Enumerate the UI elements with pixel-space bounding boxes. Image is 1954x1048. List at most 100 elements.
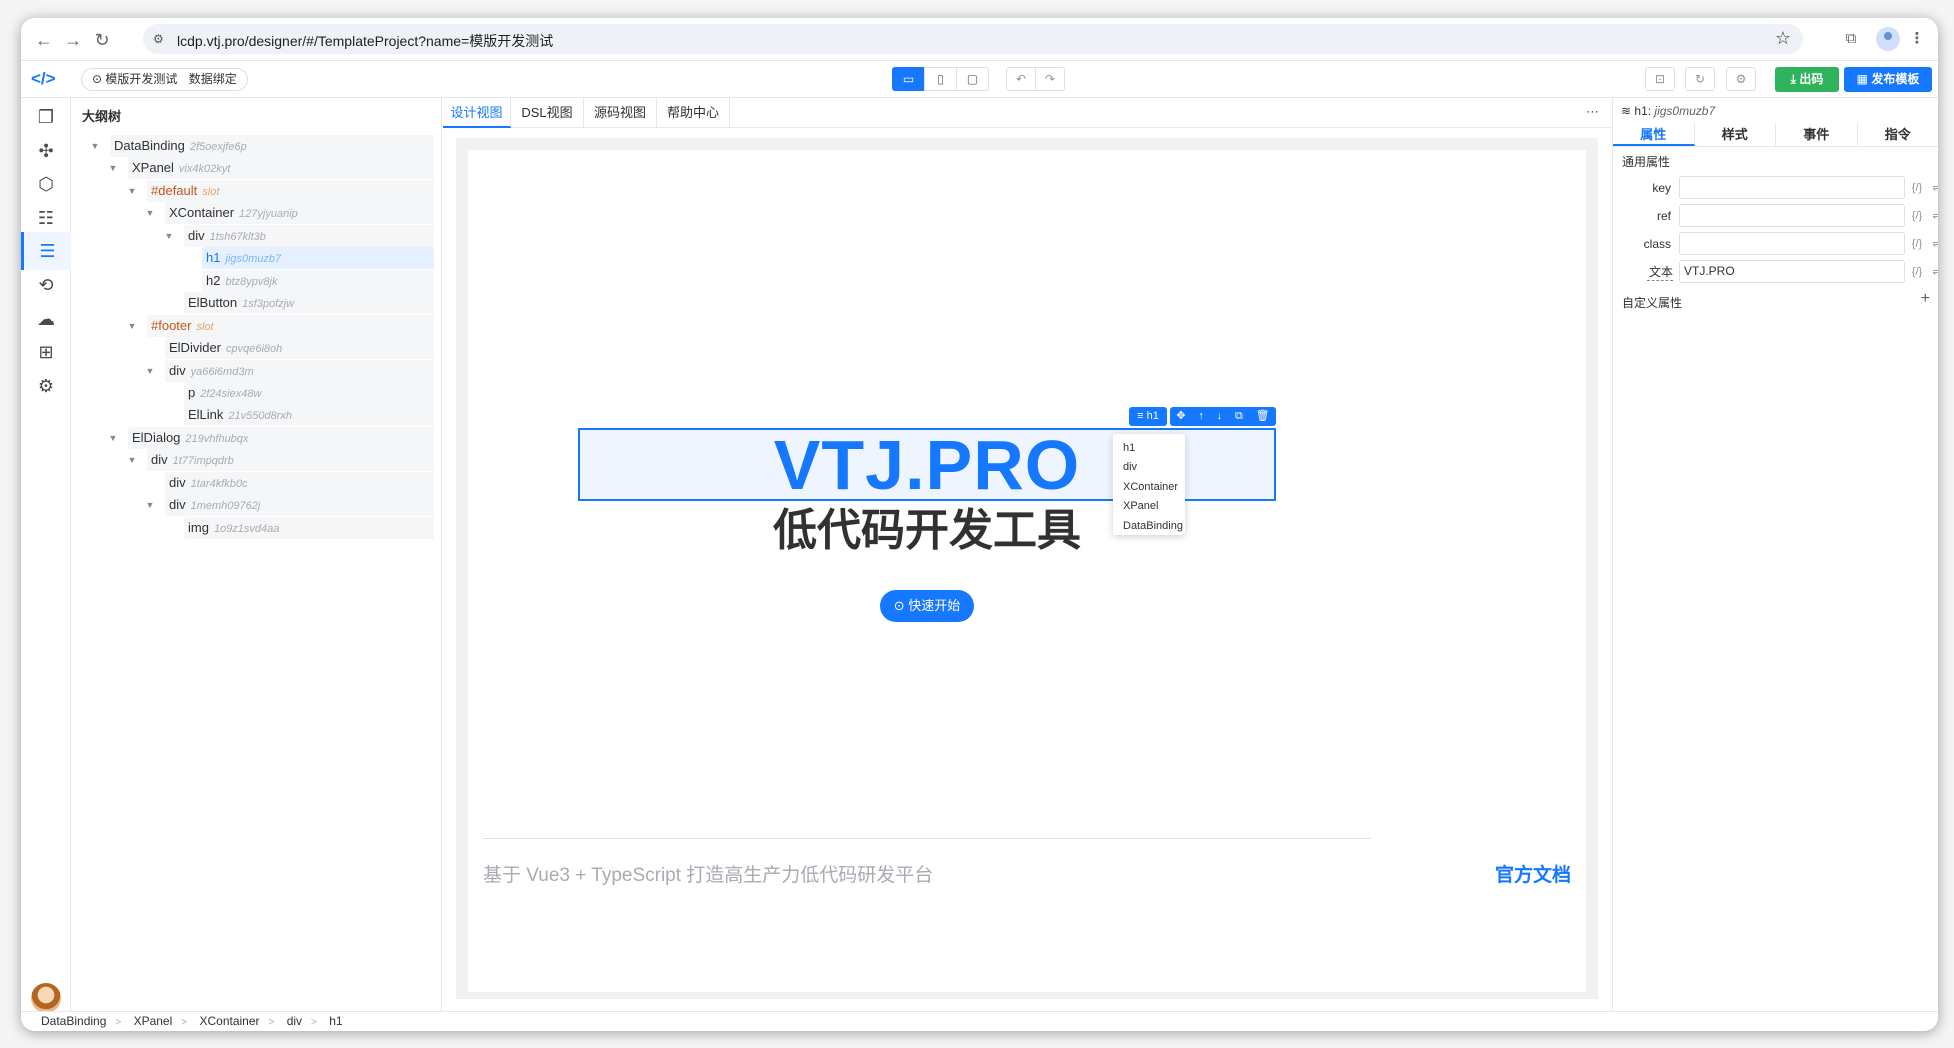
- tab-source-view[interactable]: 源码视图: [584, 98, 657, 128]
- tree-node[interactable]: div 1tar4kfkb0c: [165, 472, 434, 494]
- prop-input-key[interactable]: [1679, 176, 1905, 199]
- chevron-down-icon[interactable]: ▼: [125, 449, 139, 471]
- tree-node[interactable]: ▼ #footer slot: [128, 315, 434, 337]
- tree-node[interactable]: ElButton 1sf3pofzjw: [184, 292, 434, 314]
- tablet-view-icon[interactable]: ▢: [956, 67, 989, 91]
- panel-title: 大纲树: [82, 109, 122, 124]
- breadcrumb-item[interactable]: XPanel: [134, 1014, 173, 1028]
- prop-input-text[interactable]: VTJ.PRO: [1679, 260, 1905, 283]
- popup-item[interactable]: XPanel: [1113, 497, 1185, 516]
- prop-input-ref[interactable]: [1679, 204, 1905, 227]
- tab-attributes[interactable]: 属性: [1613, 123, 1695, 146]
- tree-node[interactable]: ▼ div ya66i6md3m: [146, 360, 434, 382]
- tree-node[interactable]: ▼ #default slot: [128, 180, 434, 202]
- chevron-down-icon[interactable]: ▼: [143, 494, 157, 516]
- device-switcher: ▭ ▯ ▢: [892, 67, 989, 91]
- chevron-right-icon: >: [311, 1017, 317, 1028]
- chevron-down-icon[interactable]: ▼: [88, 135, 102, 157]
- more-menu-icon[interactable]: ⋮: [1906, 28, 1928, 50]
- settings-icon[interactable]: ⚙: [1726, 67, 1756, 91]
- quick-start-button[interactable]: ⊙ 快速开始: [880, 590, 974, 622]
- tab-dsl-view[interactable]: DSL视图: [511, 98, 584, 128]
- tree-node[interactable]: p 2f24siex48w: [184, 382, 434, 404]
- drag-move-icon[interactable]: ✥: [1176, 407, 1185, 426]
- delete-icon[interactable]: 🗑: [1256, 407, 1270, 426]
- pages-icon[interactable]: ❐: [21, 98, 71, 136]
- breadcrumb-item[interactable]: DataBinding: [41, 1014, 106, 1028]
- tree-node[interactable]: ▼ XContainer 127yjyuanip: [146, 202, 434, 224]
- docs-link[interactable]: 官方文档: [1495, 860, 1571, 887]
- switch-icon[interactable]: ⇌: [1929, 206, 1938, 226]
- address-bar[interactable]: ⚙ lcdp.vtj.pro/designer/#/TemplateProjec…: [143, 24, 1803, 54]
- popup-item[interactable]: h1: [1113, 439, 1185, 458]
- redo-icon[interactable]: ↷: [1035, 67, 1065, 91]
- tree-node[interactable]: ▼ div 1memh09762j: [146, 494, 434, 516]
- preview-icon[interactable]: ⊡: [1645, 67, 1675, 91]
- blocks-cube-icon[interactable]: ⬡: [21, 165, 71, 203]
- mobile-view-icon[interactable]: ▯: [924, 67, 957, 91]
- breadcrumb-item[interactable]: XContainer: [199, 1014, 259, 1028]
- tree-node[interactable]: ElLink 21v550d8rxh: [184, 404, 434, 426]
- reload-icon[interactable]: ↻: [91, 29, 113, 51]
- chevron-down-icon[interactable]: ▼: [106, 427, 120, 449]
- tree-node[interactable]: ElDivider cpvqe6i8oh: [165, 337, 434, 359]
- tree-node[interactable]: ▼ XPanel vix4k02kyt: [109, 157, 434, 179]
- chevron-down-icon[interactable]: ▼: [143, 360, 157, 382]
- tree-node-id: slot: [196, 321, 214, 333]
- bookmark-star-icon[interactable]: ☆: [1775, 28, 1791, 49]
- chevron-down-icon[interactable]: ▼: [162, 225, 176, 247]
- more-options-icon[interactable]: ⋯: [1586, 104, 1599, 120]
- tree-node[interactable]: h2 btz8ypv8jk: [202, 270, 434, 292]
- code-binding-icon[interactable]: {/}: [1909, 262, 1925, 282]
- tab-events[interactable]: 事件: [1776, 123, 1858, 146]
- tree-node[interactable]: h1 jigs0muzb7: [202, 247, 434, 269]
- tree-node-id: 219vhfhubqx: [185, 433, 249, 445]
- desktop-view-icon[interactable]: ▭: [892, 67, 925, 91]
- popup-item[interactable]: DataBinding: [1113, 517, 1185, 536]
- chevron-down-icon[interactable]: ▼: [106, 157, 120, 179]
- add-icon[interactable]: +: [1921, 290, 1930, 308]
- forward-icon[interactable]: →: [62, 29, 84, 51]
- user-avatar[interactable]: [31, 983, 61, 1013]
- tree-node[interactable]: ▼ div 1t77impqdrb: [128, 449, 434, 471]
- chevron-down-icon[interactable]: ▼: [125, 180, 139, 202]
- tab-design-view[interactable]: 设计视图: [443, 98, 511, 128]
- publish-template-button[interactable]: ▦ 发布模板: [1844, 67, 1932, 92]
- site-settings-icon[interactable]: ⚙: [153, 31, 169, 47]
- code-binding-icon[interactable]: {/}: [1909, 234, 1925, 254]
- breadcrumb-item[interactable]: div: [287, 1014, 302, 1028]
- refresh-icon[interactable]: ↻: [1685, 67, 1715, 91]
- apps-grid-icon[interactable]: ⊞: [21, 333, 71, 371]
- code-binding-icon[interactable]: {/}: [1909, 206, 1925, 226]
- gear-icon[interactable]: ⚙: [21, 367, 71, 405]
- chevron-down-icon[interactable]: ▼: [143, 202, 157, 224]
- move-up-icon[interactable]: ↑: [1198, 407, 1204, 426]
- outline-tree-icon[interactable]: ☰: [21, 232, 71, 270]
- switch-icon[interactable]: ⇌: [1929, 262, 1938, 282]
- breadcrumb-item[interactable]: h1: [329, 1014, 342, 1028]
- tree-node[interactable]: ▼ div 1tsh67klt3b: [165, 225, 434, 247]
- move-down-icon[interactable]: ↓: [1217, 407, 1223, 426]
- tree-node[interactable]: ▼ DataBinding 2f5oexjfe6p: [91, 135, 434, 157]
- tree-node[interactable]: img 1o9z1svd4aa: [184, 517, 434, 539]
- chevron-down-icon[interactable]: ▼: [125, 315, 139, 337]
- copy-icon[interactable]: ⧉: [1235, 407, 1243, 426]
- undo-icon[interactable]: ↶: [1006, 67, 1036, 91]
- popup-item[interactable]: XContainer: [1113, 478, 1185, 497]
- popup-item[interactable]: div: [1113, 458, 1185, 477]
- switch-icon[interactable]: ⇌: [1929, 234, 1938, 254]
- export-code-button[interactable]: ⤓ 出码: [1775, 67, 1839, 92]
- back-icon[interactable]: ←: [33, 29, 55, 51]
- prop-input-class[interactable]: [1679, 232, 1905, 255]
- selected-element-tag[interactable]: ≡ h1: [1129, 407, 1167, 426]
- profile-avatar[interactable]: [1876, 27, 1900, 51]
- tab-help-center[interactable]: 帮助中心: [657, 98, 730, 128]
- code-binding-icon[interactable]: {/}: [1909, 178, 1925, 198]
- switch-icon[interactable]: ⇌: [1929, 178, 1938, 198]
- extensions-icon[interactable]: ⧉: [1840, 28, 1862, 50]
- project-selector[interactable]: ⊙ 模版开发测试 数据绑定: [81, 68, 248, 91]
- tree-node[interactable]: ▼ ElDialog 219vhfhubqx: [109, 427, 434, 449]
- history-icon[interactable]: ⟲: [21, 266, 71, 304]
- tab-directives[interactable]: 指令: [1858, 123, 1939, 146]
- tab-styles[interactable]: 样式: [1695, 123, 1776, 146]
